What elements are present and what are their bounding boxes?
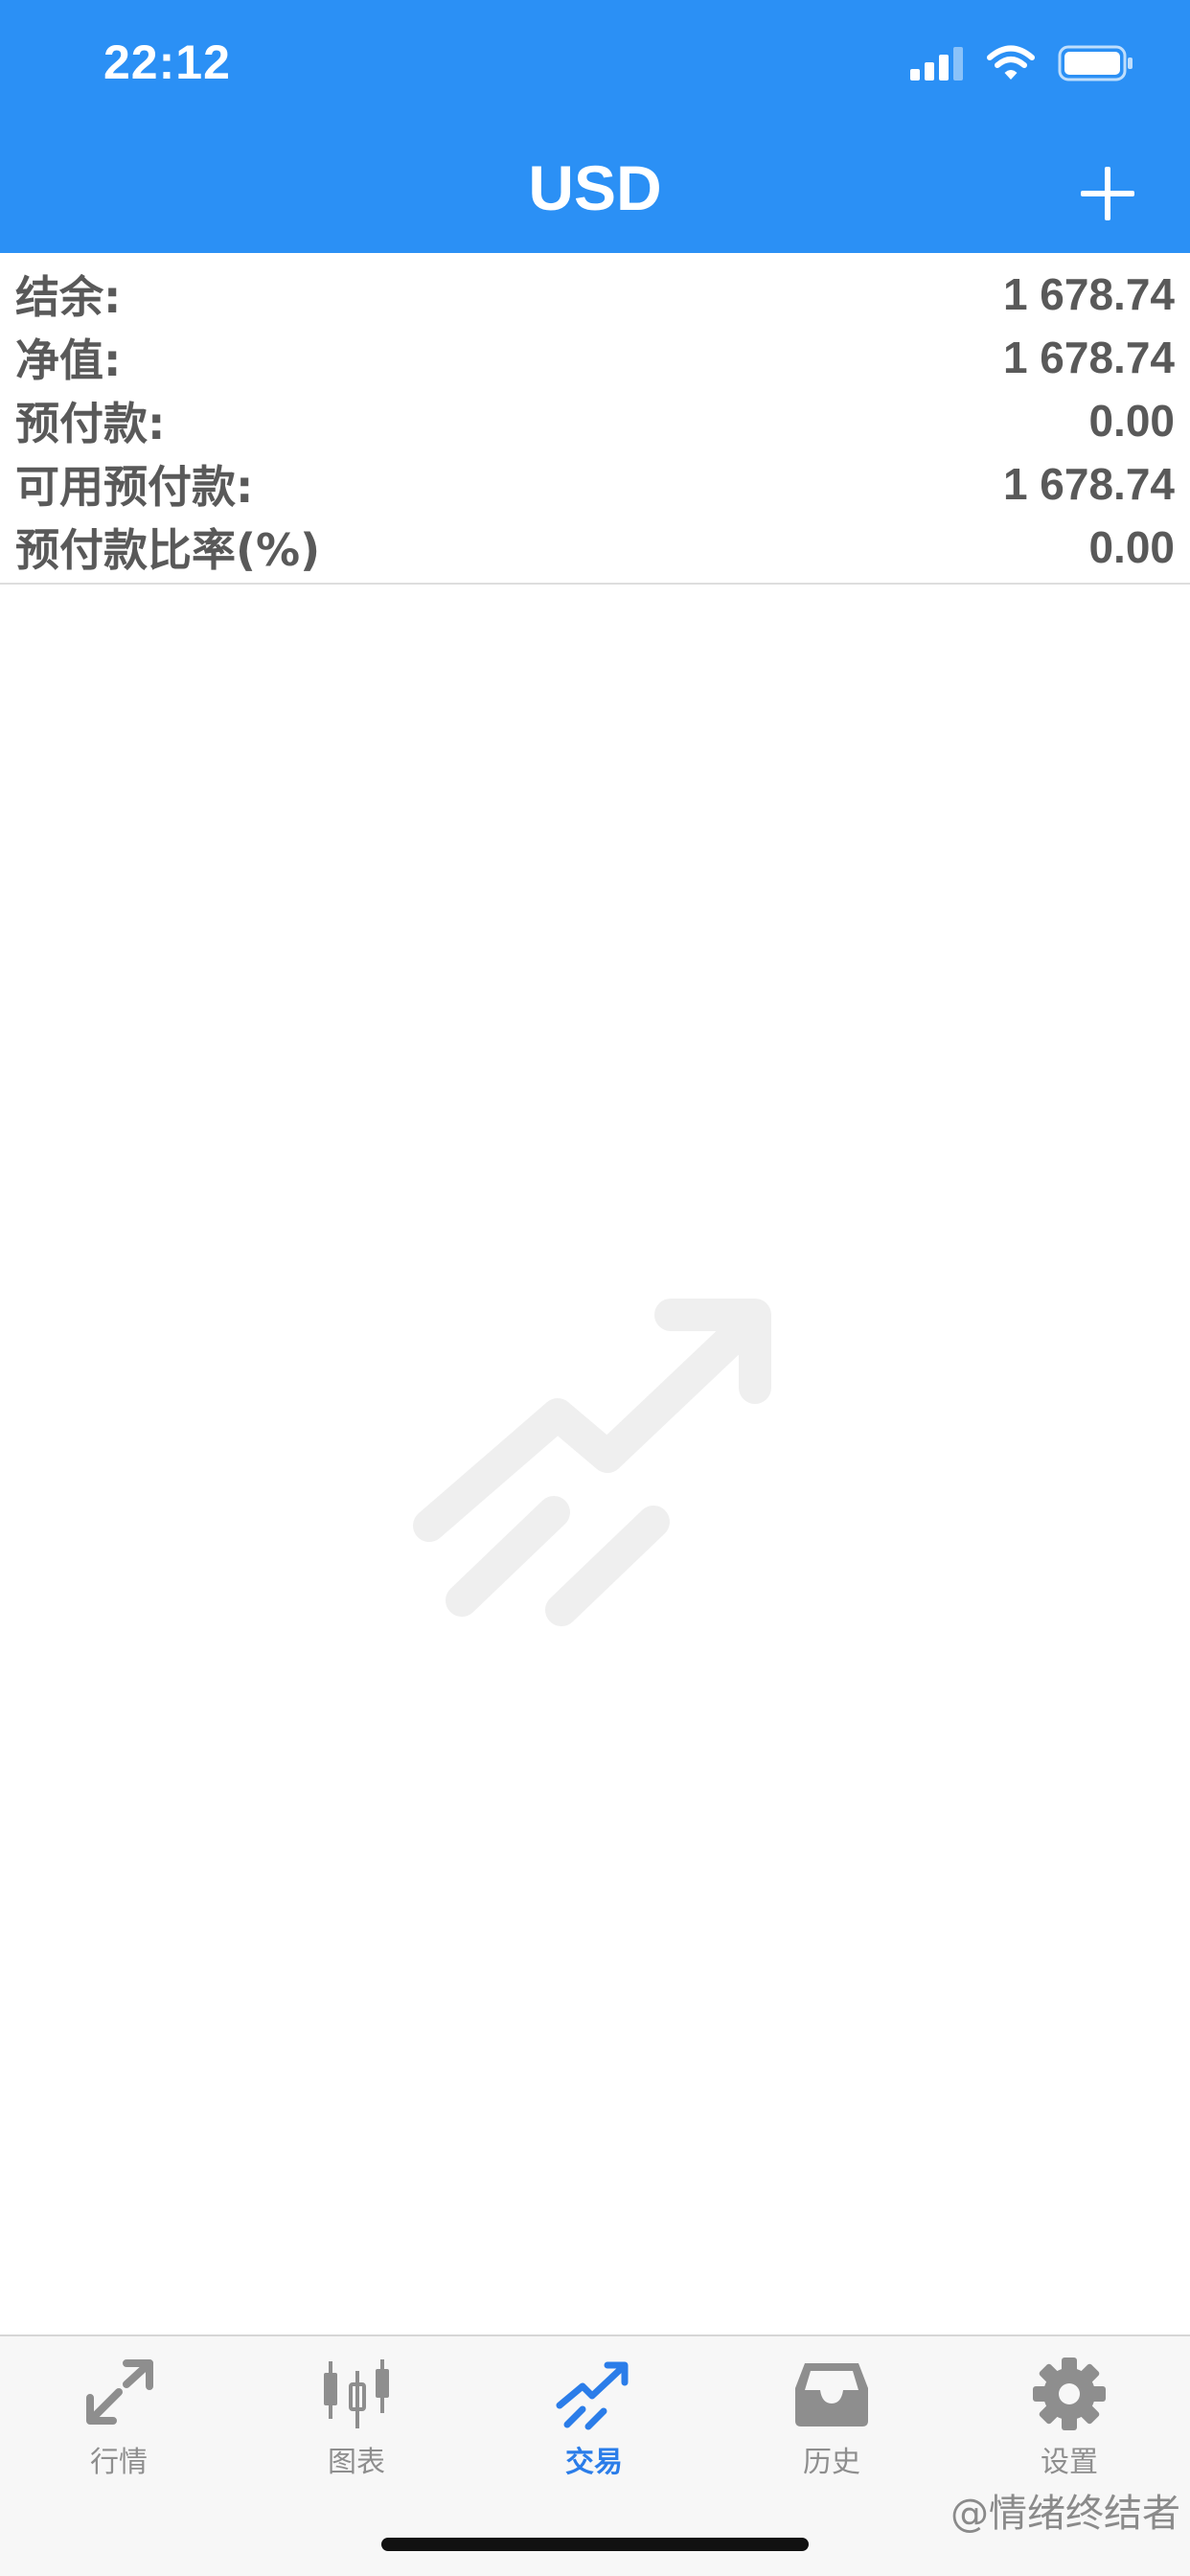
tab-charts[interactable]: 图表 xyxy=(238,2356,475,2499)
balance-row: 结余: 1 678.74 xyxy=(0,263,1190,326)
page-title: USD xyxy=(528,152,662,223)
margin-value: 0.00 xyxy=(1088,396,1175,446)
tab-label: 交易 xyxy=(565,2446,623,2479)
free-margin-row: 可用预付款: 1 678.74 xyxy=(0,452,1190,516)
margin-level-row: 预付款比率(%) 0.00 xyxy=(0,516,1190,579)
tab-label: 图表 xyxy=(328,2446,385,2479)
home-indicator[interactable] xyxy=(381,2538,809,2551)
candlestick-chart-icon xyxy=(324,2359,389,2428)
margin-row: 预付款: 0.00 xyxy=(0,389,1190,452)
margin-level-value: 0.00 xyxy=(1088,522,1175,572)
tab-settings[interactable]: 设置 xyxy=(950,2356,1188,2499)
equity-row: 净值: 1 678.74 xyxy=(0,326,1190,389)
free-margin-label: 可用预付款: xyxy=(15,461,254,513)
margin-label: 预付款: xyxy=(15,398,166,449)
tab-label: 行情 xyxy=(90,2446,148,2479)
quotes-arrows-icon xyxy=(86,2359,153,2425)
balance-value: 1 678.74 xyxy=(1002,269,1175,319)
balance-label: 结余: xyxy=(15,271,122,323)
tab-label: 历史 xyxy=(803,2446,860,2479)
empty-trade-icon xyxy=(413,1299,771,1626)
equity-value: 1 678.74 xyxy=(1002,333,1175,382)
account-summary: 结余: 1 678.74 净值: 1 678.74 预付款: 0.00 可用预付… xyxy=(0,253,1190,585)
tab-quotes[interactable]: 行情 xyxy=(0,2356,238,2499)
app-header: 22:12 USD xyxy=(0,0,1190,253)
battery-icon xyxy=(1058,45,1133,81)
tab-history[interactable]: 历史 xyxy=(713,2356,950,2499)
status-time: 22:12 xyxy=(103,35,231,89)
wifi-icon xyxy=(987,45,1035,80)
add-button[interactable] xyxy=(1077,163,1138,224)
free-margin-value: 1 678.74 xyxy=(1002,459,1175,509)
cellular-signal-icon xyxy=(910,47,963,80)
tab-label: 设置 xyxy=(1041,2446,1098,2479)
watermark: @情绪终结者 xyxy=(950,2492,1180,2536)
margin-level-label: 预付款比率(%) xyxy=(15,524,321,576)
status-icons xyxy=(910,42,1134,84)
trade-trend-icon xyxy=(556,2361,629,2430)
tab-trade[interactable]: 交易 xyxy=(475,2356,713,2499)
equity-label: 净值: xyxy=(15,334,122,386)
gear-icon xyxy=(1033,2358,1106,2430)
history-inbox-icon xyxy=(795,2363,868,2426)
